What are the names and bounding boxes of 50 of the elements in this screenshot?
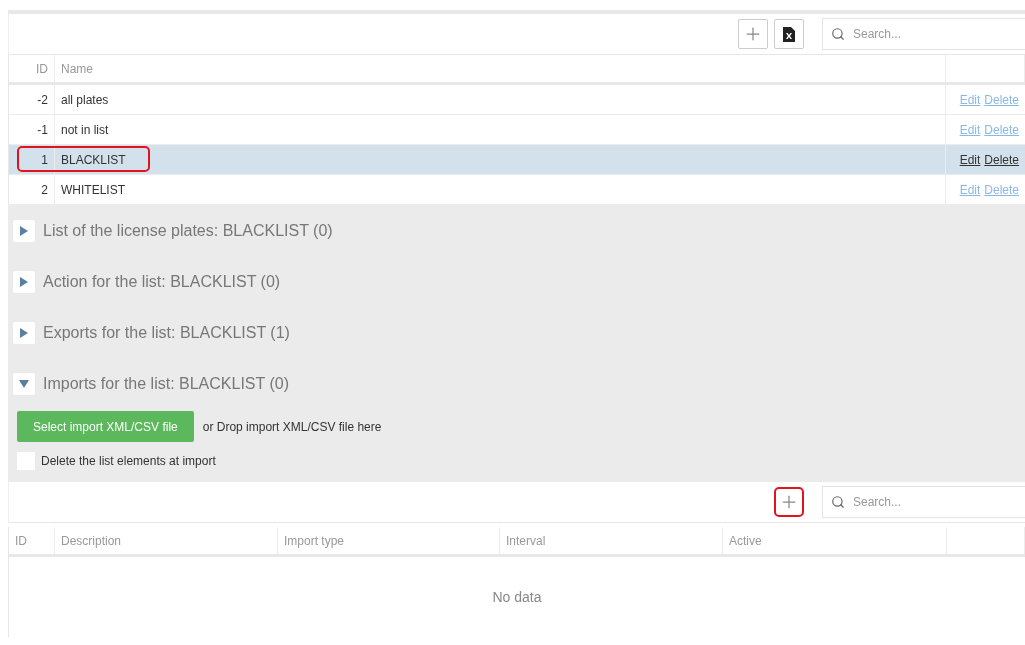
column-header: Description xyxy=(55,527,278,554)
expand-toggle[interactable] xyxy=(13,372,35,395)
add-button[interactable] xyxy=(774,487,804,517)
empty-message: No data xyxy=(492,589,542,605)
search-icon xyxy=(831,27,845,41)
table-row[interactable]: 2 WHITELIST Edit Delete xyxy=(9,175,1025,205)
edit-link[interactable]: Edit xyxy=(959,92,981,107)
delete-link[interactable]: Delete xyxy=(984,122,1019,137)
column-header: Active xyxy=(723,527,947,554)
column-header: Name xyxy=(55,55,946,82)
column-header: ID xyxy=(9,527,55,554)
table-row[interactable]: -1 not in list Edit Delete xyxy=(9,115,1025,145)
table-cell: all plates xyxy=(55,85,946,114)
column-header: ID xyxy=(9,55,55,82)
delete-link[interactable]: Delete xyxy=(984,182,1019,197)
table-cell: -2 xyxy=(9,85,55,114)
search-field[interactable]: Search... xyxy=(822,18,1025,50)
search-icon xyxy=(831,495,845,509)
table-cell: 2 xyxy=(9,175,55,204)
table-cell: BLACKLIST xyxy=(55,145,946,174)
checkbox-label: Delete the list elements at import xyxy=(41,454,216,468)
expand-toggle[interactable] xyxy=(13,321,35,344)
table-cell: not in list xyxy=(55,115,946,144)
edit-link[interactable]: Edit xyxy=(959,182,981,197)
drop-hint: or Drop import XML/CSV file here xyxy=(202,419,382,434)
excel-file-icon xyxy=(783,26,795,42)
section-title: List of the license plates: BLACKLIST (0) xyxy=(43,221,333,240)
edit-link[interactable]: Edit xyxy=(959,122,981,137)
expand-toggle[interactable] xyxy=(13,219,35,242)
section-title: Exports for the list: BLACKLIST (1) xyxy=(43,323,290,342)
export-excel-button[interactable] xyxy=(774,19,804,49)
search-field[interactable]: Search... xyxy=(822,486,1025,518)
table-cell: -1 xyxy=(9,115,55,144)
triangle-right-icon xyxy=(19,276,29,287)
table-row[interactable]: -2 all plates Edit Delete xyxy=(9,85,1025,115)
expand-toggle[interactable] xyxy=(13,270,35,293)
section-title: Action for the list: BLACKLIST (0) xyxy=(43,272,281,291)
delete-link[interactable]: Delete xyxy=(984,152,1019,167)
table-cell: 1 xyxy=(9,145,55,174)
column-header: Import type xyxy=(278,527,500,554)
triangle-down-icon xyxy=(19,378,29,389)
select-file-button[interactable]: Select import XML/CSV file xyxy=(17,411,194,442)
table-cell: WHITELIST xyxy=(55,175,946,204)
triangle-right-icon xyxy=(19,225,29,236)
triangle-right-icon xyxy=(19,327,29,338)
table-row[interactable]: 1 BLACKLIST Edit Delete xyxy=(9,145,1025,175)
edit-link[interactable]: Edit xyxy=(959,152,981,167)
column-header: Interval xyxy=(500,527,723,554)
section-title: Imports for the list: BLACKLIST (0) xyxy=(43,374,289,393)
delete-link[interactable]: Delete xyxy=(984,92,1019,107)
